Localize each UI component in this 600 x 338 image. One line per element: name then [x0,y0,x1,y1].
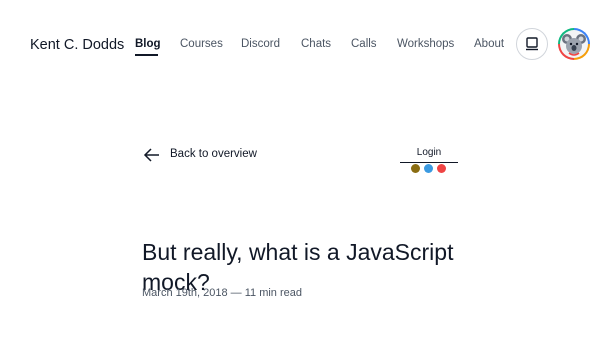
nav-courses[interactable]: Courses [180,38,223,50]
main-nav: Blog Courses Discord Chats Calls Worksho… [0,38,600,58]
article-meta: March 19th, 2018 — 11 min read [142,287,302,299]
nav-active-underline [135,38,158,58]
team-dot-yellow [411,164,420,173]
nav-discord[interactable]: Discord [241,38,280,50]
laptop-icon [526,37,538,51]
arrow-left-icon [143,148,159,162]
team-dot-red [437,164,446,173]
login-label: Login [416,147,442,158]
theme-toggle-button[interactable] [516,28,548,60]
back-to-overview-label: Back to overview [170,148,257,160]
site-header: Kent C. Dodds Blog Courses Discord Chats… [0,0,600,90]
login-underline [400,162,458,163]
login-button[interactable]: Login [396,145,462,175]
nav-about[interactable]: About [474,38,504,50]
koala-avatar-icon [562,34,586,56]
nav-calls[interactable]: Calls [351,38,377,50]
nav-chats[interactable]: Chats [301,38,331,50]
team-dot-blue [424,164,433,173]
nav-workshops[interactable]: Workshops [397,38,454,50]
avatar-button[interactable] [558,28,590,60]
avatar [560,30,588,58]
